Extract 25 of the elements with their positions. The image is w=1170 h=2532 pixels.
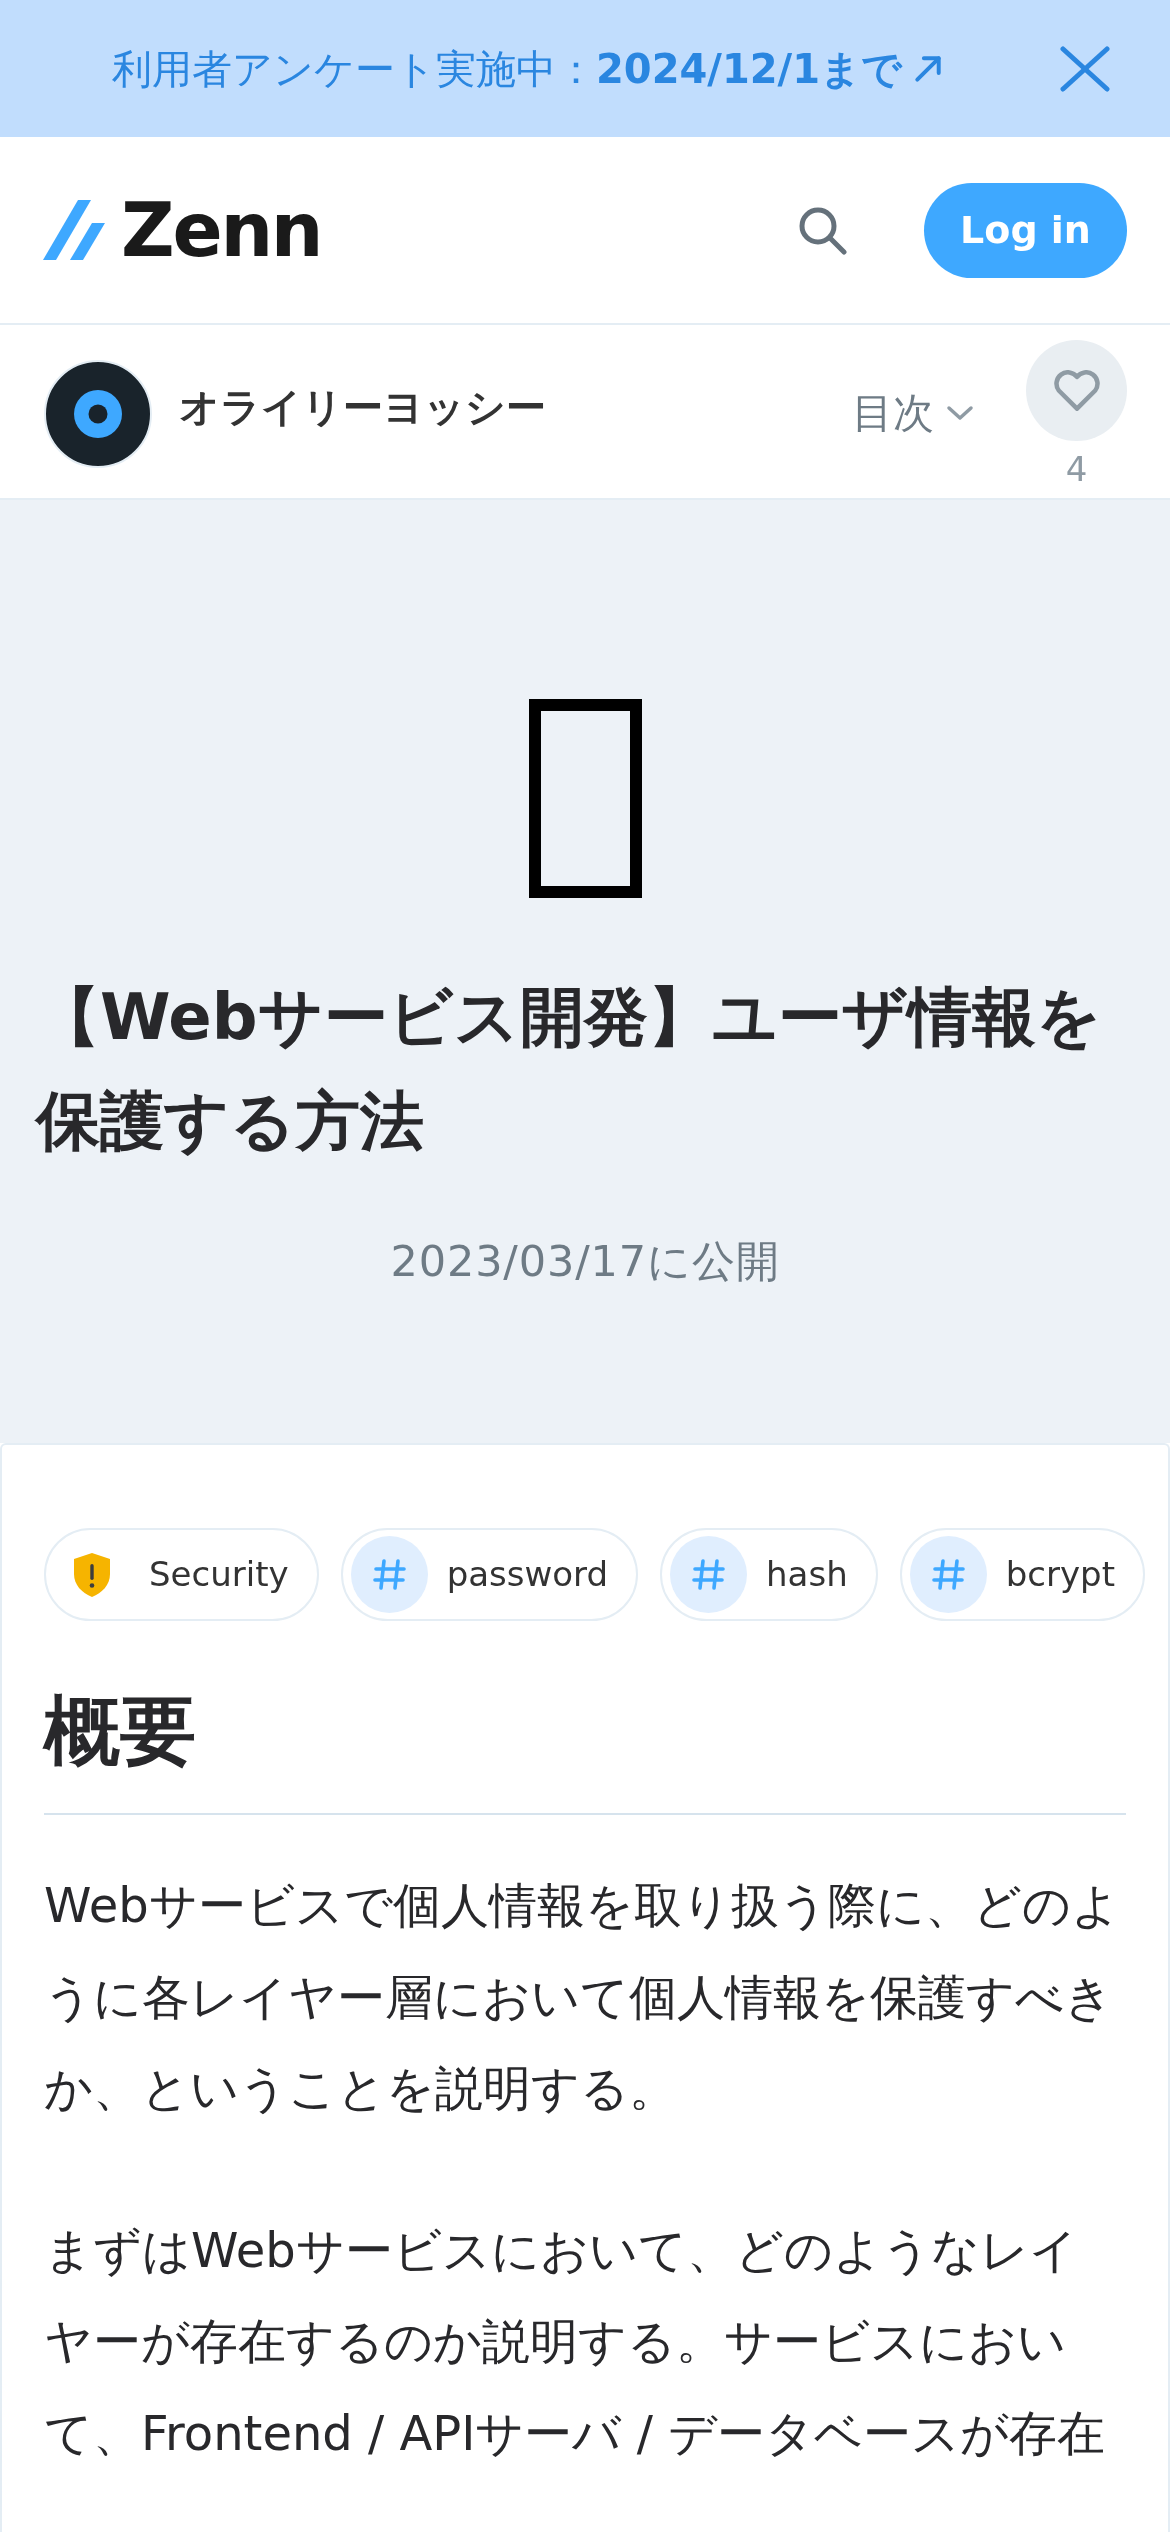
logo-mark-icon [43, 200, 105, 260]
hash-icon [670, 1536, 748, 1613]
toc-button[interactable]: 目次 [852, 383, 974, 443]
missing-glyph-icon [528, 699, 642, 898]
hash-icon [909, 1536, 987, 1613]
site-logo[interactable]: Zenn [43, 192, 322, 268]
body-paragraph: Webサービスで個人情報を取り扱う際に、どのように各レイヤー層において個人情報を保護すべきか、ということを説明する。 [44, 1876, 1121, 2118]
external-link-icon [914, 54, 943, 83]
like-count: 4 [1065, 448, 1088, 491]
article-title: 【Webサービス開発】ユーザ情報を保護する方法 [36, 979, 1103, 1160]
section-heading: 概要 [44, 1685, 197, 1777]
search-icon[interactable] [797, 205, 847, 255]
close-icon[interactable] [1060, 45, 1110, 92]
publish-date: 2023/03/17に公開 [390, 1235, 780, 1288]
shield-icon [72, 1551, 112, 1598]
chevron-down-icon [946, 405, 974, 421]
topic-tag[interactable]: hash [660, 1528, 878, 1621]
avatar-icon[interactable] [44, 360, 152, 468]
topic-tag[interactable]: bcrypt [899, 1528, 1145, 1621]
topic-tag[interactable]: Security [44, 1528, 319, 1621]
hash-icon [350, 1536, 428, 1613]
body-paragraph: まずはWebサービスにおいて、どのようなレイヤーが存在するのか説明する。サービスにおいて、Frontend / APIサーバ / データベースが存在 [44, 2220, 1107, 2463]
author-name[interactable]: オライリーヨッシー [179, 377, 546, 437]
topic-tag[interactable]: password [340, 1528, 639, 1621]
heart-icon [1053, 370, 1100, 411]
